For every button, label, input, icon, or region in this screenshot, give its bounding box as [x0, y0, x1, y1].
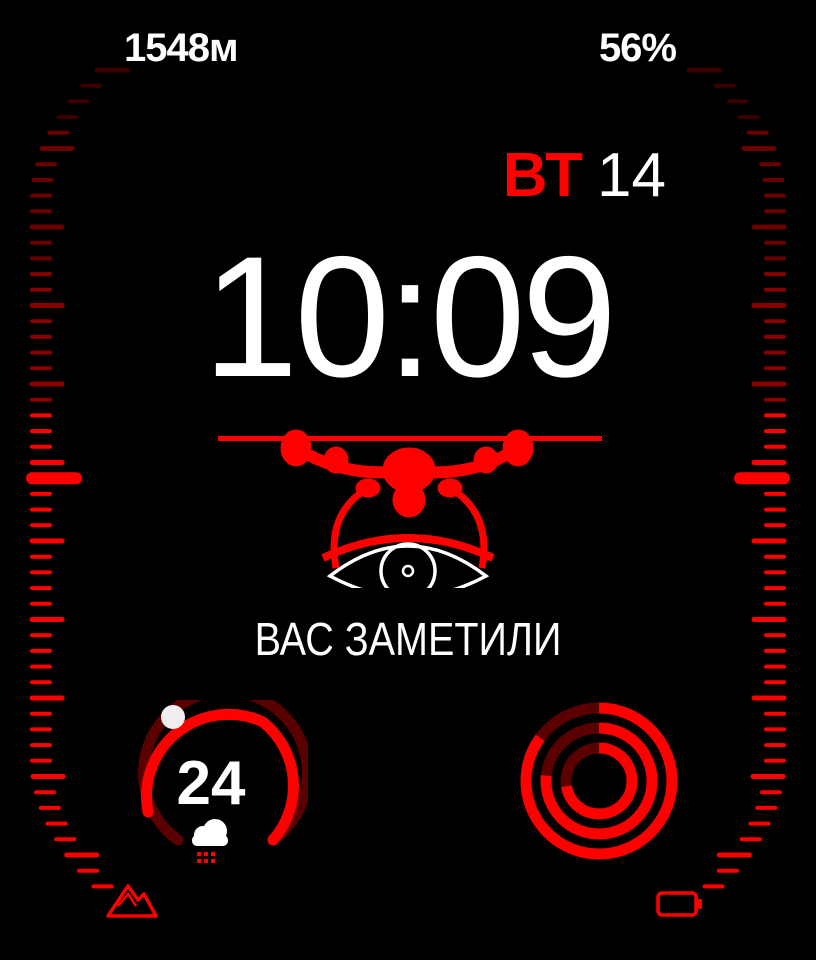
weather-temperature: 24 — [176, 749, 246, 818]
rain-cloud-icon — [192, 819, 228, 863]
battery-readout[interactable]: 56% — [599, 26, 677, 71]
time-display: 10:09 — [202, 221, 617, 413]
mountain-icon — [106, 884, 158, 918]
eye-icon — [326, 542, 490, 588]
battery-icon — [656, 891, 702, 917]
right-gauge — [686, 67, 790, 889]
altitude-readout[interactable]: 1548м — [124, 26, 239, 71]
day-number: 14 — [597, 141, 666, 210]
temperature-indicator-dot — [161, 705, 185, 729]
activity-rings[interactable] — [514, 696, 684, 866]
watch-face: 1548м 56% ВТ 14 10:09 ВАС ЗАМЕТИЛИ 24 — [0, 0, 816, 960]
weekday-label: ВТ — [502, 141, 584, 210]
drone-caption: ВАС ЗАМЕТИЛИ — [254, 613, 562, 665]
date-display[interactable]: ВТ 14 — [503, 140, 666, 211]
left-gauge — [26, 67, 130, 889]
drone-icon — [218, 429, 602, 588]
